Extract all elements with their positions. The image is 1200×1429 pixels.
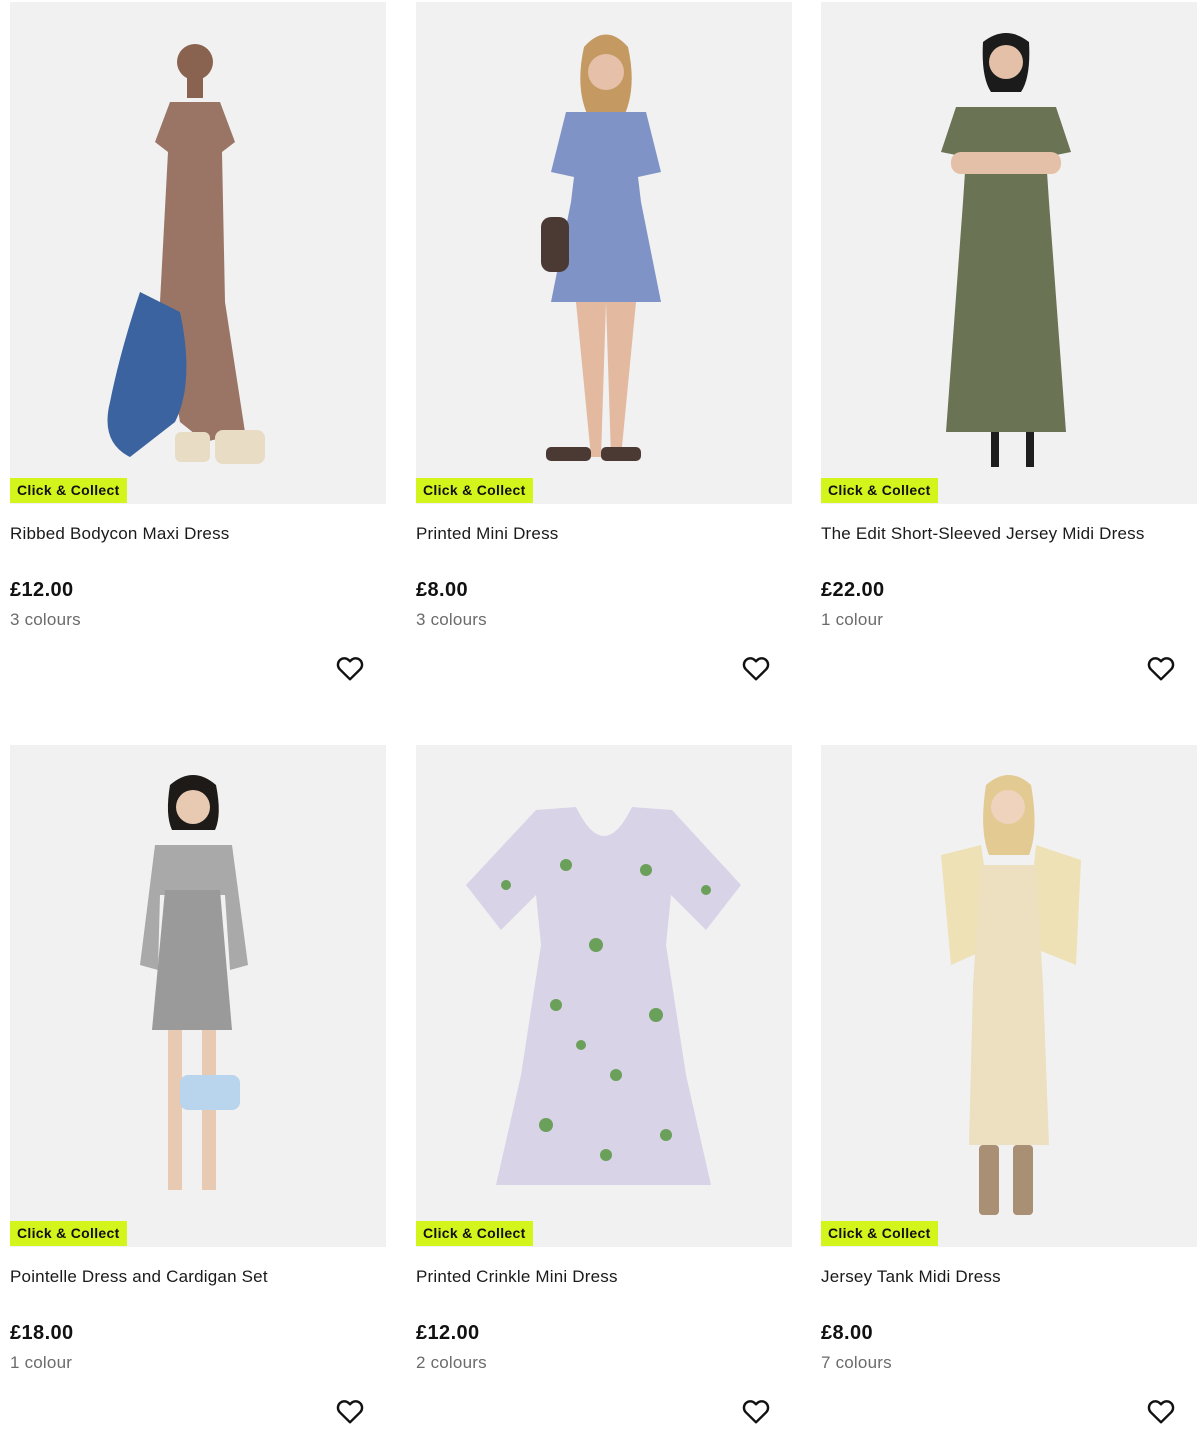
click-collect-badge: Click & Collect — [821, 478, 938, 503]
heart-outline-icon — [742, 657, 770, 681]
heart-outline-icon — [742, 1400, 770, 1424]
product-image[interactable]: Click & Collect — [10, 745, 386, 1247]
product-price: £8.00 — [821, 1322, 874, 1344]
product-image[interactable]: Click & Collect — [416, 2, 792, 504]
favourite-button[interactable] — [740, 652, 772, 684]
product-price: £8.00 — [416, 579, 469, 601]
favourite-button[interactable] — [1145, 1395, 1177, 1427]
colour-count: 2 colours — [416, 1353, 487, 1372]
dress-flatlay-photo — [466, 807, 741, 1185]
model-photo — [941, 775, 1081, 1215]
product-title[interactable]: Printed Mini Dress — [416, 524, 558, 544]
favourite-button[interactable] — [1145, 652, 1177, 684]
product-title[interactable]: Pointelle Dress and Cardigan Set — [10, 1267, 268, 1287]
product-title[interactable]: The Edit Short-Sleeved Jersey Midi Dress — [821, 524, 1145, 544]
product-card: Click & Collect Pointelle Dress and Card… — [10, 745, 386, 1429]
product-title[interactable]: Ribbed Bodycon Maxi Dress — [10, 524, 229, 544]
product-title[interactable]: Printed Crinkle Mini Dress — [416, 1267, 618, 1287]
heart-outline-icon — [1147, 657, 1175, 681]
model-photo — [107, 44, 265, 464]
product-card: Click & Collect Ribbed Bodycon Maxi Dres… — [10, 2, 386, 702]
colour-count: 1 colour — [821, 610, 884, 629]
product-title[interactable]: Jersey Tank Midi Dress — [821, 1267, 1001, 1287]
product-image[interactable]: Click & Collect — [10, 2, 386, 504]
product-card: Click & Collect Jersey Tank Midi Dress £… — [821, 745, 1197, 1429]
colour-count: 1 colour — [10, 1353, 73, 1372]
favourite-button[interactable] — [334, 1395, 366, 1427]
click-collect-badge: Click & Collect — [821, 1221, 938, 1246]
product-image[interactable]: Click & Collect — [821, 745, 1197, 1247]
product-image[interactable]: Click & Collect — [416, 745, 792, 1247]
click-collect-badge: Click & Collect — [416, 478, 533, 503]
click-collect-badge: Click & Collect — [10, 1221, 127, 1246]
click-collect-badge: Click & Collect — [10, 478, 127, 503]
product-image[interactable]: Click & Collect — [821, 2, 1197, 504]
colour-count: 7 colours — [821, 1353, 892, 1372]
model-photo — [541, 34, 661, 461]
product-price: £18.00 — [10, 1322, 74, 1344]
product-price: £12.00 — [416, 1322, 480, 1344]
colour-count: 3 colours — [10, 610, 81, 629]
heart-outline-icon — [1147, 1400, 1175, 1424]
product-price: £12.00 — [10, 579, 74, 601]
product-card: Click & Collect Printed Crinkle Mini Dre… — [416, 745, 792, 1429]
click-collect-badge: Click & Collect — [416, 1221, 533, 1246]
colour-count: 3 colours — [416, 610, 487, 629]
heart-outline-icon — [336, 1400, 364, 1424]
product-price: £22.00 — [821, 579, 885, 601]
favourite-button[interactable] — [740, 1395, 772, 1427]
model-photo — [140, 775, 248, 1190]
heart-outline-icon — [336, 657, 364, 681]
product-card: Click & Collect The Edit Short-Sleeved J… — [821, 2, 1197, 702]
product-card: Click & Collect Printed Mini Dress £8.00… — [416, 2, 792, 702]
product-grid: Click & Collect Ribbed Bodycon Maxi Dres… — [0, 0, 1200, 1429]
model-photo — [941, 33, 1071, 467]
favourite-button[interactable] — [334, 652, 366, 684]
